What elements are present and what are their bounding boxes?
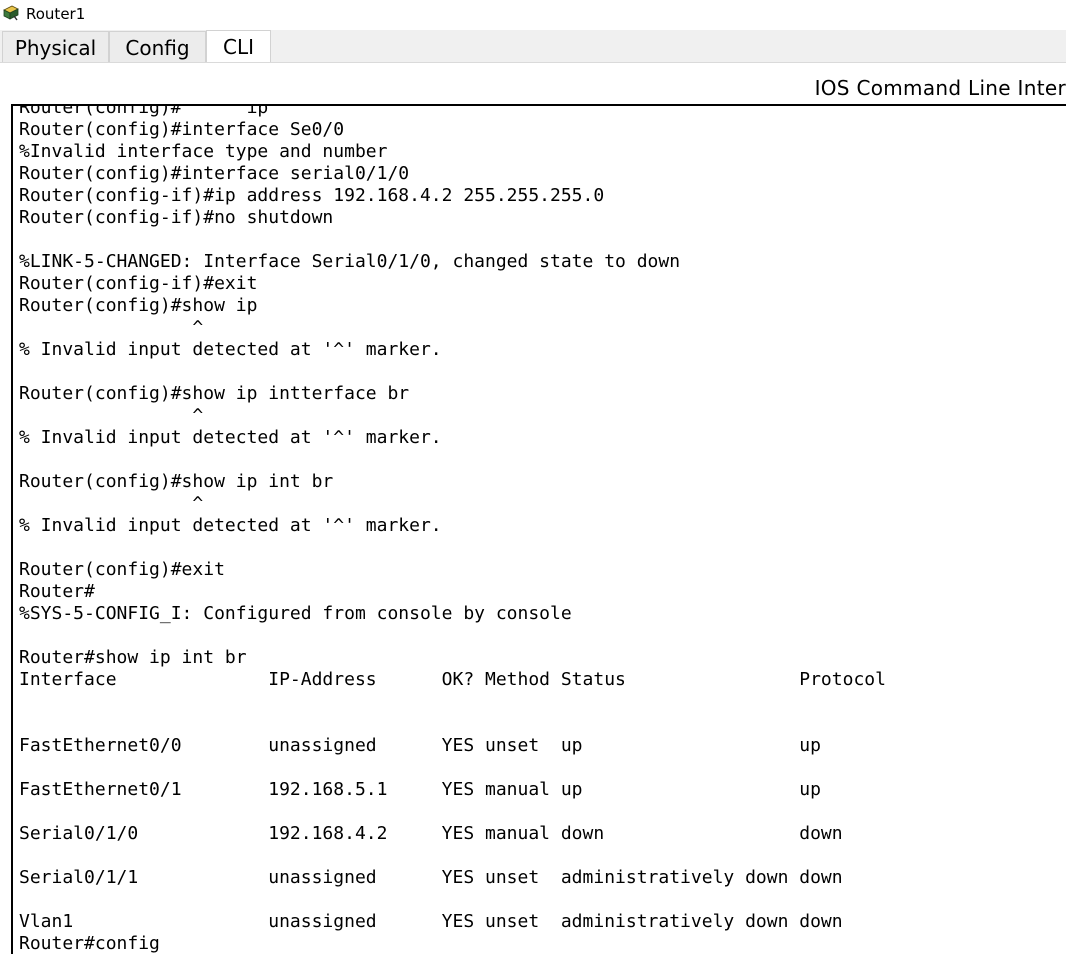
router-device-icon <box>3 5 19 21</box>
console-line: Router(config-if)#no shutdown <box>19 207 334 228</box>
window-title: Router1 <box>26 5 86 23</box>
console-line: Router(config-if)#exit <box>19 273 258 294</box>
console-line: FastEthernet0/0 unassigned YES unset up … <box>19 735 821 756</box>
console-line: Vlan1 unassigned YES unset administrativ… <box>19 911 843 932</box>
console-line: Serial0/1/1 unassigned YES unset adminis… <box>19 867 843 888</box>
console-line: Router(config)#show ip <box>19 295 258 316</box>
cli-header: IOS Command Line Inter <box>814 76 1066 100</box>
console-line: Router(config-if)#ip address 192.168.4.2… <box>19 185 605 206</box>
console-line: Router# <box>19 581 95 602</box>
tab-physical[interactable]: Physical <box>2 31 109 62</box>
console-line: Router(config)#interface Se0/0 <box>19 119 345 140</box>
console-line: %SYS-5-CONFIG_I: Configured from console… <box>19 603 572 624</box>
tab-config[interactable]: Config <box>109 31 206 62</box>
console-line: Router(config)# ip <box>19 104 269 118</box>
tab-cli[interactable]: CLI <box>206 30 271 62</box>
console-line: FastEthernet0/1 192.168.5.1 YES manual u… <box>19 779 821 800</box>
console-line: %Invalid interface type and number <box>19 141 388 162</box>
console-line: ^ <box>19 317 204 338</box>
console-line: % Invalid input detected at '^' marker. <box>19 427 442 448</box>
console-line: Router#config <box>19 933 160 954</box>
console-line: % Invalid input detected at '^' marker. <box>19 515 442 536</box>
console-line: Router(config)#interface serial0/1/0 <box>19 163 410 184</box>
console-line: % Invalid input detected at '^' marker. <box>19 339 442 360</box>
console-line: Router(config)#show ip int br <box>19 471 334 492</box>
console-line: ^ <box>19 405 204 426</box>
title-bar: Router1 <box>0 0 1066 30</box>
cli-console[interactable]: Router(config)# ip Router(config)#interfa… <box>11 104 1066 954</box>
console-output: Router(config)# ip Router(config)#interfa… <box>19 104 886 954</box>
tab-bar: Physical Config CLI <box>0 30 1066 63</box>
console-line: %LINK-5-CHANGED: Interface Serial0/1/0, … <box>19 251 681 272</box>
console-line: Router#show ip int br <box>19 647 247 668</box>
console-line: Interface IP-Address OK? Method Status P… <box>19 669 886 690</box>
console-line: Router(config)#show ip intterface br <box>19 383 410 404</box>
console-line: Serial0/1/0 192.168.4.2 YES manual down … <box>19 823 843 844</box>
console-line: Router(config)#exit <box>19 559 225 580</box>
console-line: ^ <box>19 493 204 514</box>
